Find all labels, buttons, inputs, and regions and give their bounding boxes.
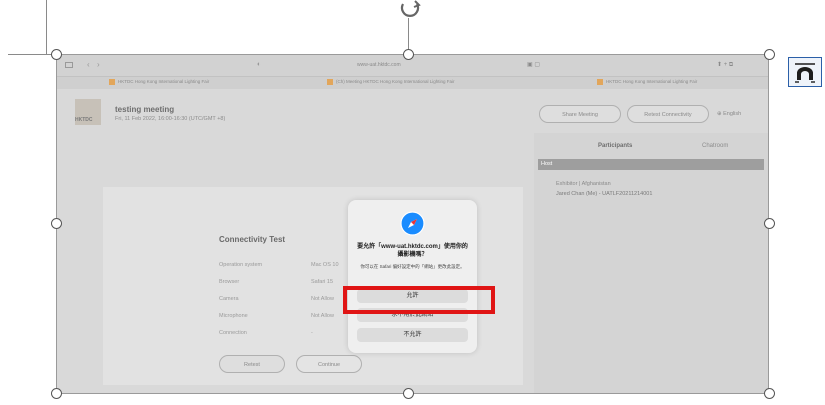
retest-connectivity-button[interactable]: Retest Connectivity: [627, 105, 709, 123]
row-value: Safari 15: [311, 279, 334, 285]
row-label: Microphone: [219, 313, 248, 319]
meeting-title: testing meeting: [115, 105, 175, 114]
tab-3[interactable]: HKTDC Hong Kong International Lighting F…: [597, 79, 697, 85]
rotate-handle-icon[interactable]: [393, 0, 427, 20]
resize-handle-top-left[interactable]: [51, 49, 62, 60]
resize-handle-bottom[interactable]: [403, 388, 414, 399]
continue-button[interactable]: Continue: [296, 355, 362, 373]
row-value: -: [311, 330, 313, 336]
row-label: Connection: [219, 330, 247, 336]
participant-role: Exhibitor | Afghanistan: [556, 181, 611, 187]
address-bar[interactable]: www-uat.hktdc.com: [357, 62, 401, 68]
row-value: Not Allow: [311, 313, 334, 319]
tab-1[interactable]: HKTDC Hong Kong International Lighting F…: [109, 79, 209, 85]
forward-icon[interactable]: ›: [97, 60, 100, 69]
connectivity-title: Connectivity Test: [219, 235, 286, 244]
resize-handle-bottom-right[interactable]: [764, 388, 775, 399]
embedded-screenshot[interactable]: ‹ › ◐ www-uat.hktdc.com ▣ ▢ ⬆ + ⧉ HKTDC …: [57, 55, 768, 393]
tab-bar: HKTDC Hong Kong International Lighting F…: [57, 77, 768, 89]
share-tabs-icons[interactable]: ⬆ + ⧉: [717, 61, 733, 69]
highlight-box: [343, 286, 495, 314]
dialog-message: 你可以在 Safari 偏好設定中的「網站」更改此設定。: [360, 264, 465, 269]
extensions-icon[interactable]: ▣ ▢: [527, 61, 540, 68]
layout-options-icon: [795, 63, 815, 83]
resize-handle-top[interactable]: [403, 49, 414, 60]
back-icon[interactable]: ‹: [87, 60, 90, 69]
resize-handle-bottom-left[interactable]: [51, 388, 62, 399]
resize-handle-left[interactable]: [51, 218, 62, 229]
connectivity-labels: Operation system Browser Camera Micropho…: [219, 257, 262, 342]
tab-chatroom[interactable]: Chatroom: [702, 143, 728, 149]
row-value: Not Allow: [311, 296, 334, 302]
participants-sidebar: Participants Chatroom Host Exhibitor | A…: [534, 133, 768, 393]
share-meeting-button[interactable]: Share Meeting: [539, 105, 621, 123]
browser-toolbar: ‹ › ◐ www-uat.hktdc.com ▣ ▢ ⬆ + ⧉: [57, 55, 768, 77]
sidebar-toggle-icon[interactable]: [65, 62, 73, 68]
layout-options-button[interactable]: [788, 57, 822, 87]
tab-2[interactable]: (Ch) Meeting HKTDC Hong Kong Internation…: [327, 79, 455, 85]
language-selector[interactable]: ⊕ English: [717, 111, 741, 117]
deny-button[interactable]: 不允許: [357, 328, 468, 342]
connectivity-values: Mac OS 10 Safari 15 Not Allow Not Allow …: [311, 257, 339, 342]
shield-icon: ◐: [257, 61, 262, 68]
resize-handle-right[interactable]: [764, 218, 775, 229]
row-label: Browser: [219, 279, 240, 285]
row-value: Mac OS 10: [311, 262, 339, 268]
row-label: Operation system: [219, 262, 263, 268]
dialog-title: 要允許「www-uat.hktdc.com」使用你的攝影機嗎？: [357, 244, 468, 258]
guide-line-vertical: [46, 0, 47, 55]
participant-name: Jared Chan (Me) - UATLF20211214001: [556, 191, 653, 197]
meeting-datetime: Fri, 11 Feb 2022, 16:00-16:30 (UTC/GMT +…: [115, 116, 226, 122]
row-label: Camera: [219, 296, 239, 302]
host-section-header: Host: [538, 159, 764, 170]
safari-compass-icon: [400, 211, 425, 236]
retest-button[interactable]: Retest: [219, 355, 285, 373]
camera-permission-dialog: 要允許「www-uat.hktdc.com」使用你的攝影機嗎？ 你可以在 Saf…: [348, 200, 477, 353]
tab-participants[interactable]: Participants: [598, 143, 632, 149]
resize-handle-top-right[interactable]: [764, 49, 775, 60]
logo-text: HKTDC: [75, 117, 93, 123]
